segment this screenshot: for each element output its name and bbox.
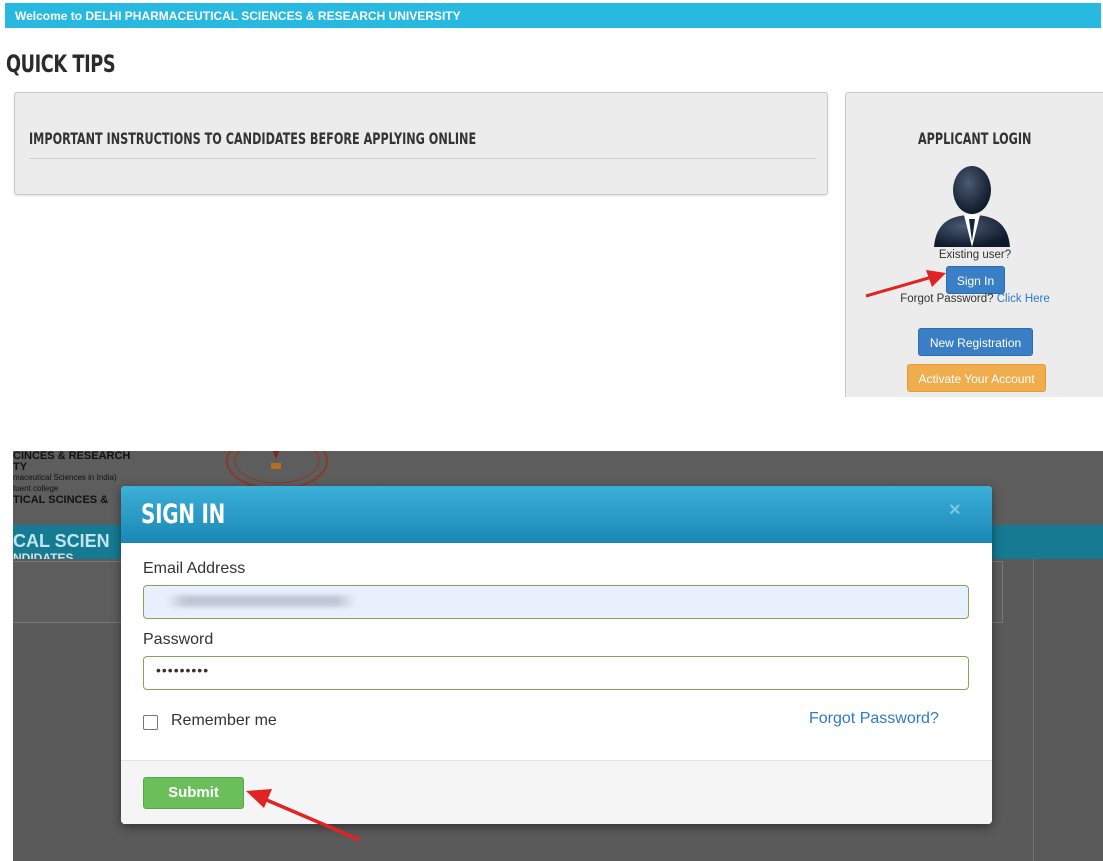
background-side-column	[1033, 559, 1103, 861]
applicant-login-panel: APPLICANT LOGIN Existing user? Sign In F…	[845, 92, 1103, 397]
university-name-line: TY	[13, 461, 28, 473]
login-title: APPLICANT LOGIN	[846, 129, 1103, 148]
password-value: •••••••••	[156, 662, 210, 678]
university-name-line: CINCES & RESEARCH	[13, 451, 131, 462]
login-title-text: APPLICANT LOGIN	[918, 129, 1032, 148]
new-registration-button[interactable]: New Registration	[918, 328, 1033, 356]
modal-header: SIGN IN ×	[121, 486, 992, 543]
password-label: Password	[143, 631, 214, 648]
page-title: QUICK TIPS	[6, 50, 116, 78]
password-field[interactable]: •••••••••	[143, 656, 969, 690]
email-field[interactable]	[143, 585, 969, 619]
activate-account-button[interactable]: Activate Your Account	[907, 364, 1046, 392]
annotation-arrow	[865, 270, 946, 298]
divider	[29, 158, 816, 159]
university-subtitle: maceutical Sciences in India)	[13, 473, 117, 482]
welcome-bar: Welcome to DELHI PHARMACEUTICAL SCIENCES…	[5, 3, 1101, 28]
sign-in-button[interactable]: Sign In	[946, 266, 1005, 294]
instructions-title[interactable]: IMPORTANT INSTRUCTIONS TO CANDIDATES BEF…	[29, 129, 476, 148]
remember-me-checkbox[interactable]	[143, 715, 158, 730]
email-label: Email Address	[143, 560, 246, 577]
instructions-panel: IMPORTANT INSTRUCTIONS TO CANDIDATES BEF…	[14, 92, 828, 195]
forgot-password-link[interactable]: Forgot Password?	[809, 710, 939, 728]
background-nav-text: CAL SCIEN	[13, 531, 110, 551]
user-avatar-icon	[934, 166, 1010, 247]
university-subtitle: tuent college	[13, 484, 59, 493]
close-icon[interactable]: ×	[949, 499, 961, 522]
modal-title: SIGN IN	[141, 499, 226, 530]
annotation-arrow	[246, 789, 361, 842]
remember-me-label[interactable]: Remember me	[171, 712, 277, 730]
university-emblem-icon	[226, 451, 328, 490]
submit-button[interactable]: Submit	[143, 777, 244, 809]
click-here-link[interactable]: Click Here	[997, 293, 1050, 305]
university-name-line: TICAL SCINCES &	[13, 494, 109, 506]
blurred-email-value	[166, 595, 356, 607]
sign-in-modal: SIGN IN × Email Address Password •••••••…	[121, 486, 992, 824]
